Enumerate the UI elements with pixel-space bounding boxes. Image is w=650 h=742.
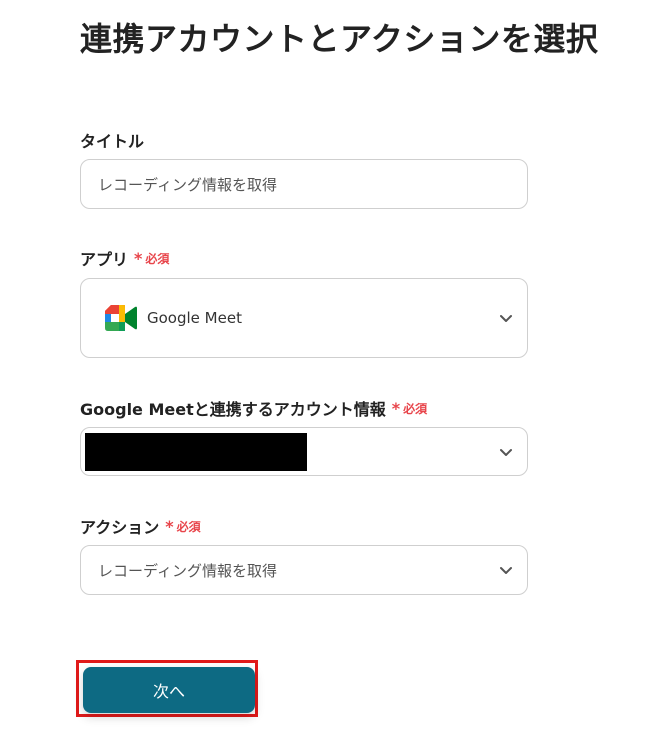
title-label-text: タイトル — [80, 132, 145, 151]
page-title: 連携アカウントとアクションを選択 — [80, 20, 599, 58]
chevron-down-icon[interactable] — [499, 313, 513, 323]
required-badge: * 必須 — [134, 249, 169, 268]
account-label-text: Google Meetと連携するアカウント情報 — [80, 400, 386, 419]
required-text: 必須 — [145, 251, 170, 266]
action-field-label: アクション * 必須 — [80, 514, 201, 538]
required-badge: * 必須 — [165, 517, 200, 536]
action-select[interactable]: レコーディング情報を取得 — [80, 545, 528, 595]
app-select-value: Google Meet — [147, 309, 242, 327]
google-meet-icon — [105, 305, 137, 331]
required-text: 必須 — [403, 401, 428, 416]
app-select[interactable]: Google Meet — [80, 278, 528, 358]
chevron-down-icon[interactable] — [499, 565, 513, 575]
title-input-value: レコーディング情報を取得 — [98, 175, 277, 194]
next-button[interactable]: 次へ — [83, 667, 255, 713]
account-field-label: Google Meetと連携するアカウント情報 * 必須 — [80, 396, 427, 420]
required-star: * — [165, 516, 174, 536]
redacted-account-value — [85, 433, 307, 471]
action-select-value: レコーディング情報を取得 — [98, 561, 277, 580]
title-input[interactable]: レコーディング情報を取得 — [80, 159, 528, 209]
chevron-down-icon[interactable] — [499, 447, 513, 457]
app-label-text: アプリ — [80, 250, 129, 269]
action-label-text: アクション — [80, 518, 160, 537]
required-text: 必須 — [176, 519, 201, 534]
app-field-label: アプリ * 必須 — [80, 246, 169, 270]
required-star: * — [391, 398, 401, 418]
title-field-label: タイトル — [80, 128, 144, 152]
required-star: * — [134, 248, 143, 268]
account-select[interactable] — [80, 427, 528, 476]
required-badge: * 必須 — [392, 399, 427, 418]
